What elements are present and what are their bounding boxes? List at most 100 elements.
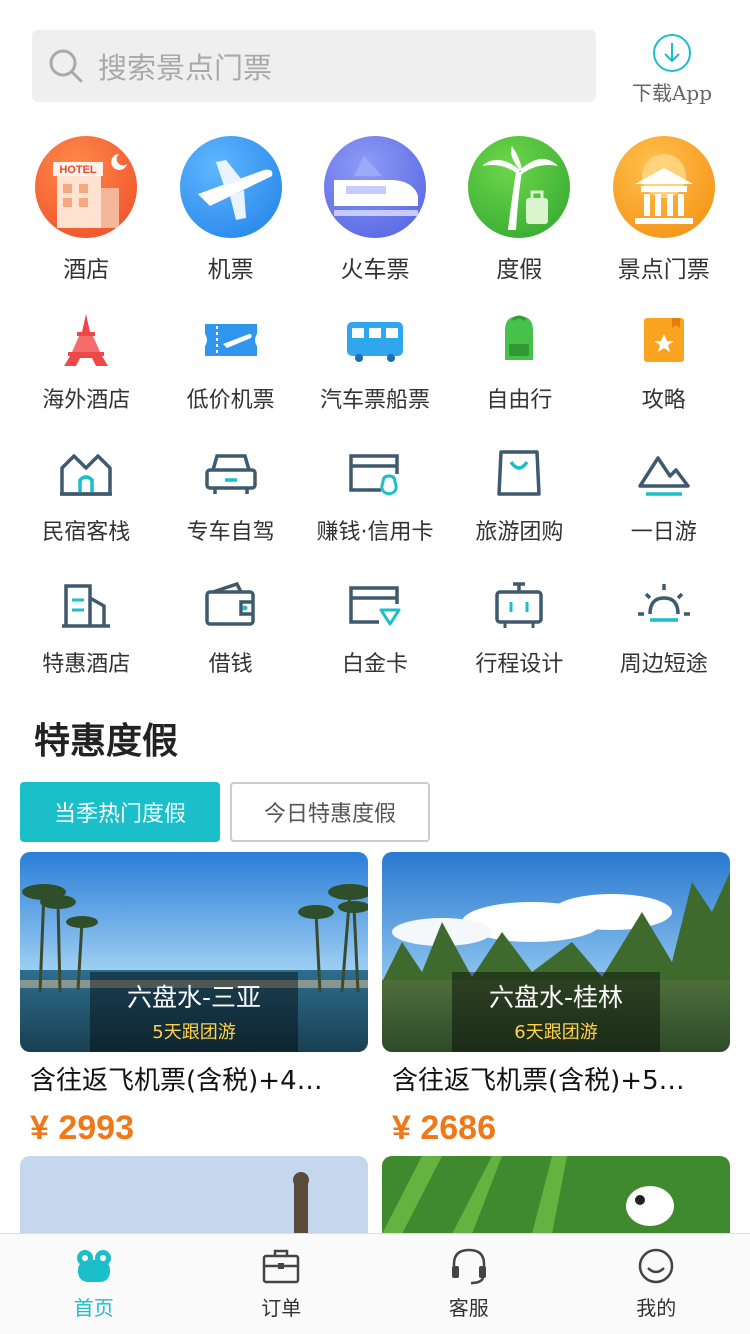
grid-item-nearby-trip[interactable]: 周边短途 — [592, 580, 736, 678]
smile-icon — [639, 1248, 674, 1284]
grid-item-homestay[interactable]: 民宿客栈 — [14, 448, 158, 546]
grid-row-2: 民宿客栈 专车自驾 赚钱·信用卡 旅游团购 一日游 — [14, 448, 736, 546]
search-placeholder: 搜索景点门票 — [98, 51, 273, 85]
train-icon — [323, 136, 426, 238]
deal-title: 含往返飞机票(含税)+4… — [30, 1066, 323, 1096]
tab-profile[interactable]: 我的 — [563, 1234, 750, 1334]
download-app-button[interactable]: 下载App — [622, 30, 722, 106]
palm-tree-icon — [468, 136, 571, 238]
backpack-icon — [505, 315, 534, 360]
grid-label: 低价机票 — [186, 388, 275, 413]
deal-card-partial[interactable] — [382, 1156, 730, 1234]
category-label: 机票 — [207, 257, 254, 283]
category-vacation[interactable]: 度假 — [447, 136, 591, 284]
grid-label: 行程设计 — [475, 652, 564, 677]
grid-item-discount-hotel[interactable]: 特惠酒店 — [14, 580, 158, 678]
grid-label: 一日游 — [630, 520, 697, 545]
grid-label: 汽车票船票 — [319, 388, 430, 413]
search-input[interactable]: 搜索景点门票 — [32, 30, 596, 102]
download-app-label: 下载App — [631, 81, 713, 105]
header: 搜索景点门票 下载App — [0, 0, 750, 120]
category-flight[interactable]: 机票 — [158, 136, 302, 284]
category-label: 景点门票 — [617, 257, 710, 283]
briefcase-icon — [263, 1249, 300, 1284]
wallet-icon — [204, 581, 255, 626]
category-label: 火车票 — [340, 257, 410, 283]
category-train[interactable]: 火车票 — [303, 136, 447, 284]
grid-item-cheap-flights[interactable]: 低价机票 — [158, 312, 302, 414]
platinum-card-icon — [349, 586, 401, 626]
airplane-icon — [179, 136, 282, 238]
guide-book-icon — [643, 318, 684, 362]
deal-destination: 六盘水-桂林 — [488, 983, 624, 1012]
grid-item-platinum-card[interactable]: 白金卡 — [303, 580, 447, 678]
tab-label: 订单 — [261, 1296, 302, 1320]
suitcase-icon — [495, 582, 544, 628]
deal-price: ¥ 2686 — [392, 1109, 496, 1147]
car-icon — [204, 454, 257, 494]
download-icon — [653, 34, 691, 72]
deal-image-sanya: 六盘水-三亚 5天跟团游 — [20, 852, 368, 1052]
section-title: 特惠度假 — [34, 721, 179, 762]
grid-item-credit-card[interactable]: 赚钱·信用卡 — [303, 448, 447, 546]
grid-label: 旅游团购 — [475, 520, 564, 545]
eiffel-tower-icon — [64, 314, 109, 366]
tab-label: 客服 — [448, 1296, 489, 1320]
grid-label: 海外酒店 — [42, 388, 131, 413]
deal-image-guilin: 六盘水-桂林 6天跟团游 — [382, 852, 730, 1052]
tab-label: 首页 — [73, 1296, 114, 1320]
category-tickets[interactable]: 景点门票 — [592, 136, 736, 284]
grid-label: 周边短途 — [619, 652, 708, 677]
search-icon — [49, 49, 83, 83]
deal-duration: 6天跟团游 — [514, 1022, 598, 1043]
temple-icon — [612, 136, 715, 238]
grid-item-borrow[interactable]: 借钱 — [158, 580, 302, 678]
grid-item-car-rental[interactable]: 专车自驾 — [158, 448, 302, 546]
grid-item-overseas-hotel[interactable]: 海外酒店 — [14, 312, 158, 414]
bus-icon — [346, 322, 403, 362]
tab-customer-service[interactable]: 客服 — [375, 1234, 563, 1334]
plane-ticket-icon — [204, 324, 257, 356]
tab-orders[interactable]: 订单 — [188, 1234, 376, 1334]
bottom-tab-bar: 首页 订单 客服 我的 — [0, 1233, 750, 1334]
deal-overlay: 六盘水-三亚 5天跟团游 — [90, 972, 298, 1052]
credit-card-icon — [349, 454, 399, 496]
grid-label: 自由行 — [486, 388, 553, 413]
grid-label: 攻略 — [641, 388, 686, 413]
category-label: 酒店 — [63, 257, 110, 283]
mountain-icon — [638, 456, 690, 496]
tab-label: 我的 — [636, 1296, 677, 1320]
sunrise-icon — [637, 584, 690, 622]
grid-row-3: 特惠酒店 借钱 白金卡 行程设计 周边短途 — [14, 580, 736, 678]
deal-overlay: 六盘水-桂林 6天跟团游 — [452, 972, 660, 1052]
category-hotel[interactable]: HOTEL 酒店 — [14, 136, 158, 284]
grid-item-group-buy[interactable]: 旅游团购 — [447, 448, 591, 546]
grid-item-itinerary[interactable]: 行程设计 — [447, 580, 591, 678]
grid-label: 民宿客栈 — [42, 520, 131, 545]
grid-item-bus-boat[interactable]: 汽车票船票 — [303, 312, 447, 414]
grid-label: 白金卡 — [341, 652, 408, 677]
shopping-bag-icon — [497, 450, 542, 496]
top-categories: HOTEL 酒店 机票 火车票 度假 景点门票 — [14, 136, 736, 284]
grid-label: 专车自驾 — [186, 520, 275, 545]
grid-item-guide[interactable]: 攻略 — [592, 312, 736, 414]
grid-item-free-travel[interactable]: 自由行 — [447, 312, 591, 414]
building-icon — [62, 584, 111, 628]
grid-label: 赚钱·信用卡 — [316, 520, 434, 545]
deal-destination: 六盘水-三亚 — [126, 983, 262, 1012]
deal-duration: 5天跟团游 — [152, 1022, 236, 1043]
tab-home[interactable]: 首页 — [0, 1234, 188, 1334]
deal-card[interactable]: 六盘水-桂林 6天跟团游 含往返飞机票(含税)+5… ¥ 2686 — [382, 852, 730, 1148]
deal-title: 含往返飞机票(含税)+5… — [392, 1066, 685, 1096]
tab-seasonal-hot[interactable]: 当季热门度假 — [20, 782, 220, 842]
hotel-icon: HOTEL — [35, 136, 138, 238]
deal-card[interactable]: 六盘水-三亚 5天跟团游 含往返飞机票(含税)+4… ¥ 2993 — [20, 852, 368, 1148]
deal-price: ¥ 2993 — [30, 1109, 134, 1147]
tab-today-deals[interactable]: 今日特惠度假 — [230, 782, 430, 842]
house-icon — [60, 454, 113, 496]
grid-row-1: 海外酒店 低价机票 汽车票船票 自由行 攻略 — [14, 312, 736, 414]
deal-card-partial[interactable] — [20, 1156, 368, 1234]
grid-label: 特惠酒店 — [42, 652, 131, 677]
grid-item-day-tour[interactable]: 一日游 — [592, 448, 736, 546]
headset-icon — [451, 1248, 486, 1285]
